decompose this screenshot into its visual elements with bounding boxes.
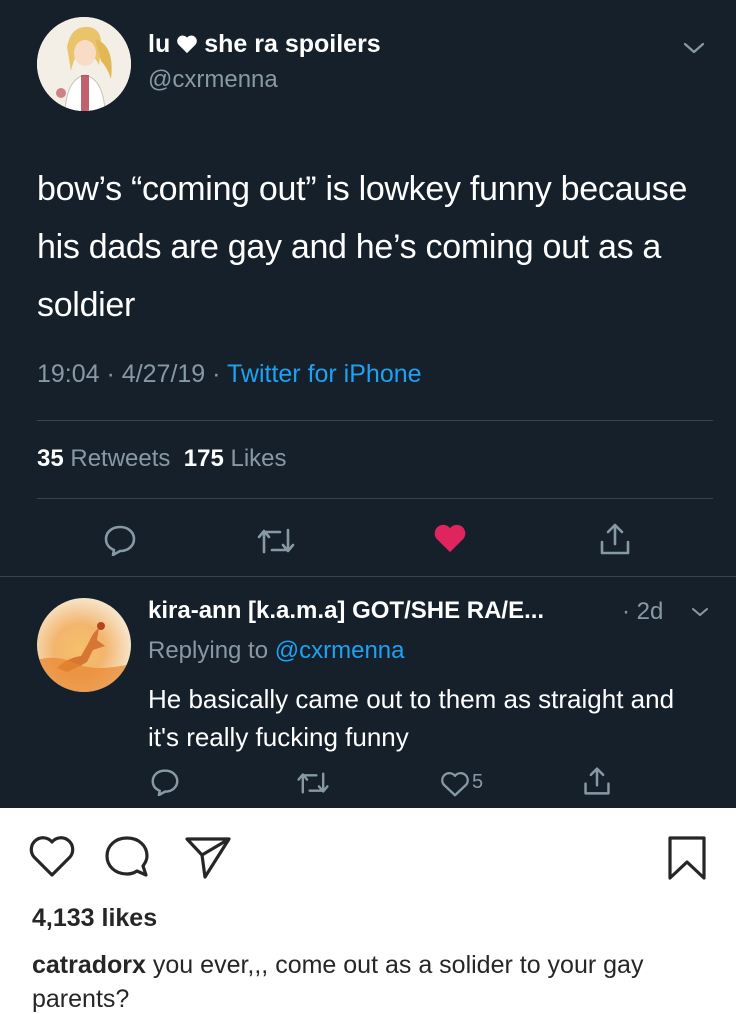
- share-icon[interactable]: [582, 766, 612, 796]
- reply-icon[interactable]: [150, 768, 180, 796]
- like-icon-filled[interactable]: [433, 522, 467, 554]
- post-caption: catradorx you ever,,, come out as a soli…: [32, 948, 712, 1014]
- heart-emoji-icon: [176, 32, 198, 61]
- tweet-stats: 35 Retweets 175 Likes: [37, 445, 287, 473]
- post-likes-count[interactable]: 4,133 likes: [32, 904, 157, 933]
- like-icon[interactable]: [440, 770, 470, 798]
- tweet-source-link[interactable]: Twitter for iPhone: [227, 360, 422, 388]
- avatar-illustration: [37, 17, 131, 111]
- share-icon[interactable]: [183, 835, 233, 881]
- retweet-icon[interactable]: [256, 526, 296, 556]
- bookmark-icon[interactable]: [666, 834, 708, 882]
- reply-icon[interactable]: [103, 524, 137, 556]
- reply-time-value: 2d: [636, 598, 664, 625]
- caption-username[interactable]: catradorx: [32, 951, 146, 979]
- divider: [0, 576, 736, 577]
- retweets-label[interactable]: Retweets: [70, 445, 170, 472]
- likes-label[interactable]: Likes: [230, 445, 286, 472]
- meta-separator: ·: [622, 598, 630, 625]
- display-name-right: she ra spoilers: [204, 30, 381, 58]
- divider: [37, 420, 713, 421]
- meta-separator: ·: [106, 360, 115, 388]
- retweet-icon[interactable]: [296, 770, 330, 796]
- reply-author-avatar[interactable]: [37, 598, 131, 692]
- replying-to-line: Replying to @cxrmenna: [148, 637, 405, 665]
- reply-timestamp: · 2d: [622, 598, 663, 626]
- display-name-left: lu: [148, 30, 171, 58]
- reply-like-count: 5: [472, 771, 484, 793]
- avatar-illustration: [37, 622, 131, 692]
- retweets-count[interactable]: 35: [37, 445, 64, 472]
- likes-count[interactable]: 175: [184, 445, 224, 472]
- tweet-text: bow’s “coming out” is lowkey funny becau…: [37, 170, 688, 324]
- tweet-time: 19:04: [37, 360, 100, 388]
- divider: [37, 498, 713, 499]
- comment-icon[interactable]: [103, 834, 151, 880]
- meta-separator: ·: [212, 360, 221, 388]
- replying-prefix: Replying to: [148, 637, 269, 664]
- author-handle[interactable]: @cxrmenna: [148, 66, 278, 94]
- chevron-down-icon[interactable]: [690, 605, 710, 619]
- chevron-down-icon[interactable]: [682, 39, 706, 57]
- heart-icon[interactable]: [28, 835, 76, 879]
- author-avatar[interactable]: [37, 17, 131, 111]
- author-display-name[interactable]: lu she ra spoilers: [148, 30, 381, 61]
- tweet-screenshot: lu she ra spoilers @cxrmenna bow’s “comin…: [0, 0, 736, 808]
- replying-mention-link[interactable]: @cxrmenna: [275, 637, 405, 664]
- tweet-date: 4/27/19: [121, 360, 206, 388]
- tweet-meta: 19:04 · 4/27/19 · Twitter for iPhone: [37, 360, 422, 389]
- share-icon[interactable]: [598, 522, 632, 556]
- reply-text: He basically came out to them as straigh…: [148, 684, 675, 752]
- reply-display-name[interactable]: kira-ann [k.a.m.a] GOT/SHE RA/E...: [148, 597, 544, 625]
